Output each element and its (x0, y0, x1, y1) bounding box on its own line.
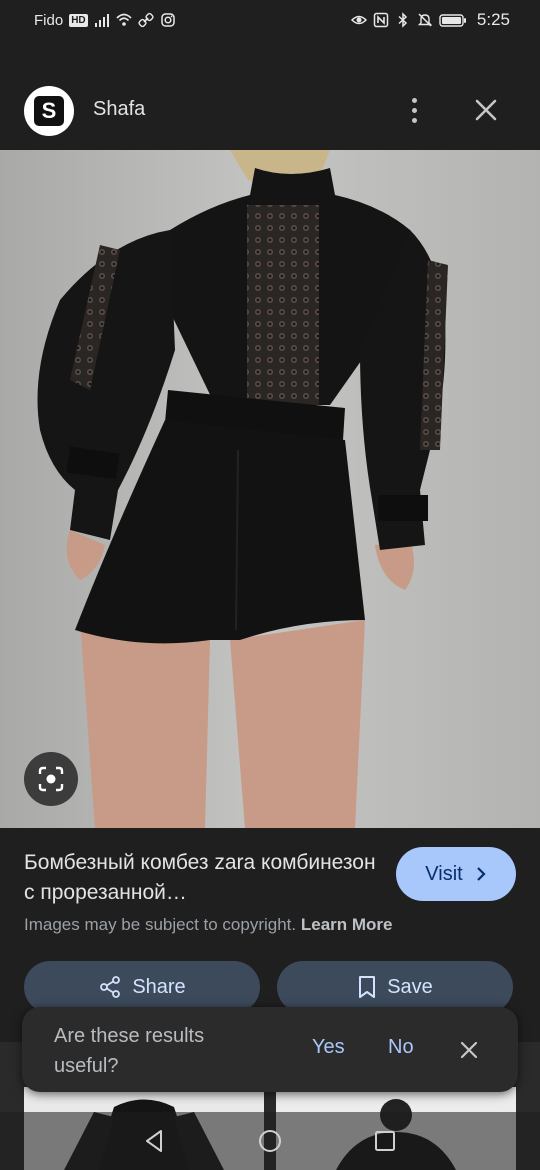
feedback-close-icon[interactable] (458, 1039, 480, 1061)
feedback-no-button[interactable]: No (388, 1036, 414, 1059)
hd-badge: HD (69, 13, 88, 27)
feedback-snackbar: Are these results useful? Yes No (22, 1007, 518, 1092)
system-nav-bar (0, 1112, 540, 1170)
carrier-label: Fido (34, 11, 64, 29)
lens-button[interactable] (24, 752, 78, 806)
visit-button[interactable]: Visit (396, 847, 516, 901)
back-icon[interactable] (142, 1128, 168, 1154)
battery-icon (439, 14, 466, 27)
status-time: 5:25 (476, 10, 510, 29)
bluetooth-icon (398, 12, 407, 28)
copyright-text: Images may be subject to copyright. (24, 915, 301, 934)
signal-icon (94, 14, 109, 27)
home-icon[interactable] (257, 1128, 283, 1154)
recents-icon[interactable] (372, 1128, 398, 1154)
close-icon[interactable] (468, 92, 504, 128)
eye-icon (350, 15, 367, 25)
wifi-icon (116, 13, 132, 26)
site-name[interactable]: Shafa (93, 98, 145, 121)
share-icon (100, 976, 121, 998)
site-logo[interactable]: S (24, 86, 74, 136)
result-image[interactable] (0, 150, 540, 828)
share-button[interactable]: Share (24, 961, 260, 1013)
header (0, 40, 540, 150)
status-right: 5:25 (350, 10, 510, 30)
status-bar: Fido HD 5:25 (0, 0, 540, 40)
lens-icon (38, 766, 64, 792)
nfc-icon (373, 12, 389, 28)
result-title[interactable]: Бомбезный комбез zara комбинезон с проре… (24, 848, 384, 908)
feedback-question: Are these results useful? (54, 1025, 205, 1077)
bookmark-icon (359, 976, 376, 998)
feedback-yes-button[interactable]: Yes (312, 1036, 345, 1059)
chevron-right-icon (476, 867, 486, 881)
save-button[interactable]: Save (277, 961, 513, 1013)
learn-more-link[interactable]: Learn More (301, 915, 393, 934)
instagram-icon (160, 13, 175, 27)
more-vert-icon[interactable] (398, 92, 430, 128)
status-left: Fido HD (34, 12, 176, 29)
romper-photo (0, 150, 540, 828)
share-label: Share (132, 975, 186, 998)
mute-icon (417, 13, 433, 27)
copyright-notice: Images may be subject to copyright. Lear… (24, 915, 393, 935)
link-icon (138, 12, 154, 28)
site-logo-letter: S (34, 96, 64, 126)
save-label: Save (387, 975, 433, 998)
visit-label: Visit (425, 862, 463, 885)
